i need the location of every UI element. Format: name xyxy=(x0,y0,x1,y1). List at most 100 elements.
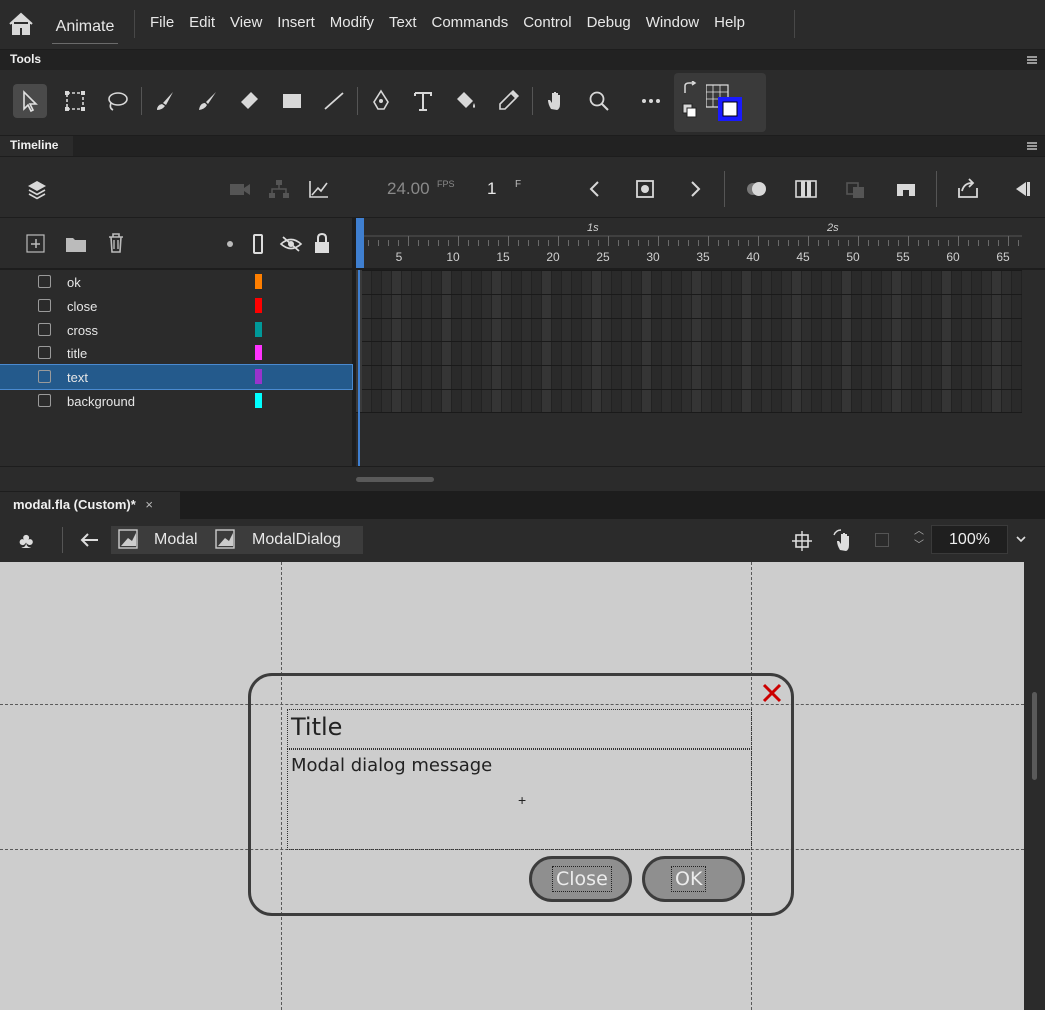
menu-view[interactable]: View xyxy=(230,14,262,31)
document-tab[interactable]: modal.fla (Custom)* × xyxy=(0,492,180,519)
previous-keyframe-icon[interactable] xyxy=(587,179,601,199)
stage[interactable]: Title Modal dialog message + Close OK xyxy=(0,562,1024,1010)
menu-insert[interactable]: Insert xyxy=(277,14,315,31)
paint-brush-tool[interactable] xyxy=(148,84,182,118)
lasso-tool[interactable] xyxy=(100,84,134,118)
layer-row-cross[interactable]: cross xyxy=(0,318,352,342)
rotate-stage-icon[interactable] xyxy=(832,529,856,553)
menu-commands[interactable]: Commands xyxy=(432,14,509,31)
new-folder-icon[interactable] xyxy=(65,234,87,254)
free-transform-tool[interactable] xyxy=(58,84,92,118)
dialog-title[interactable]: Title xyxy=(287,709,752,749)
menu-debug[interactable]: Debug xyxy=(587,14,631,31)
back-arrow-icon[interactable] xyxy=(80,531,100,549)
document-tab-label: modal.fla (Custom)* xyxy=(13,497,136,512)
rectangle-tool[interactable] xyxy=(275,84,309,118)
menu-text[interactable]: Text xyxy=(389,14,417,31)
outline-layers-icon[interactable] xyxy=(253,234,263,254)
timeline-ruler[interactable]: 1s 2s 5 10 15 20 25 30 35 40 45 50 55 60… xyxy=(356,218,1045,268)
breadcrumb-item[interactable]: ModalDialog xyxy=(252,531,341,549)
delete-layer-icon[interactable] xyxy=(106,232,126,254)
highlight-layers-icon[interactable] xyxy=(227,241,233,247)
chevron-down-icon[interactable] xyxy=(1015,533,1027,545)
layer-row-text[interactable]: text xyxy=(0,364,353,390)
menu-window[interactable]: Window xyxy=(646,14,699,31)
home-icon[interactable] xyxy=(8,12,34,36)
layer-row-ok[interactable]: ok xyxy=(0,270,352,294)
timeline-h-scrollbar[interactable] xyxy=(356,477,434,482)
zoom-input[interactable]: 100% xyxy=(931,525,1008,554)
paste-frames-icon[interactable] xyxy=(845,179,867,199)
play-backward-icon[interactable] xyxy=(1010,179,1032,199)
editbar-separator xyxy=(62,527,63,553)
layers-icon[interactable] xyxy=(26,179,48,201)
menu-control[interactable]: Control xyxy=(523,14,571,31)
hide-layers-icon[interactable] xyxy=(279,234,303,254)
layer-name[interactable]: ok xyxy=(67,275,81,290)
ok-button[interactable]: OK xyxy=(642,856,745,902)
close-cross-icon[interactable] xyxy=(761,682,783,704)
panel-menu-icon[interactable] xyxy=(1027,56,1037,64)
zoom-tool[interactable] xyxy=(582,84,616,118)
frame-unit: F xyxy=(515,179,522,190)
panel-menu-icon[interactable] xyxy=(1027,142,1037,150)
layer-color-swatch[interactable] xyxy=(255,274,262,289)
layer-color-swatch[interactable] xyxy=(255,393,262,408)
default-colors-icon[interactable] xyxy=(682,103,698,119)
layer-color-swatch[interactable] xyxy=(255,369,262,384)
close-tab-icon[interactable]: × xyxy=(145,497,153,512)
layer-row-background[interactable]: background xyxy=(0,389,352,413)
loop-range-icon[interactable] xyxy=(895,179,917,199)
layer-color-swatch[interactable] xyxy=(255,298,262,313)
current-frame[interactable]: 1 xyxy=(487,179,496,199)
lock-layers-icon[interactable] xyxy=(314,232,330,254)
layer-name[interactable]: title xyxy=(67,346,87,361)
menu-edit[interactable]: Edit xyxy=(189,14,215,31)
line-tool[interactable] xyxy=(317,84,351,118)
snap-icon[interactable] xyxy=(792,531,812,551)
layer-name[interactable]: cross xyxy=(67,323,98,338)
brush-tool[interactable] xyxy=(190,84,224,118)
layer-color-swatch[interactable] xyxy=(255,345,262,360)
layer-name[interactable]: close xyxy=(67,299,97,314)
layer-name[interactable]: text xyxy=(67,370,88,385)
layer-color-swatch[interactable] xyxy=(255,322,262,337)
eyedropper-tool[interactable] xyxy=(491,84,525,118)
camera-icon[interactable] xyxy=(229,181,251,197)
next-keyframe-icon[interactable] xyxy=(689,179,703,199)
swap-colors-icon[interactable] xyxy=(682,80,698,95)
more-tools-icon[interactable] xyxy=(634,84,668,118)
menu-help[interactable]: Help xyxy=(714,14,745,31)
layer-name[interactable]: background xyxy=(67,394,135,409)
hand-tool[interactable] xyxy=(539,84,573,118)
modal-dialog-background[interactable]: Title Modal dialog message + Close OK xyxy=(248,673,794,916)
breadcrumb-item[interactable]: Modal xyxy=(154,531,198,549)
parenting-icon[interactable] xyxy=(268,179,290,199)
text-tool[interactable] xyxy=(406,84,440,118)
stage-v-scrollbar[interactable] xyxy=(1032,692,1037,780)
zoom-stepper-icon[interactable]: ︿ ﹀ xyxy=(910,525,928,554)
menu-modify[interactable]: Modify xyxy=(330,14,374,31)
paint-bucket-tool[interactable] xyxy=(449,84,483,118)
edit-multiple-frames-icon[interactable] xyxy=(795,179,817,199)
graph-icon[interactable] xyxy=(308,179,330,199)
layer-row-title[interactable]: title xyxy=(0,341,352,365)
scene-icon[interactable]: ♣ xyxy=(19,529,43,553)
selection-tool[interactable] xyxy=(13,84,47,118)
symbol-icon xyxy=(118,529,140,549)
pen-tool[interactable] xyxy=(364,84,398,118)
onion-skin-icon[interactable] xyxy=(745,179,769,199)
eraser-tool[interactable] xyxy=(232,84,266,118)
stroke-fill-swatch[interactable] xyxy=(705,83,746,123)
insert-keyframe-icon[interactable] xyxy=(635,179,655,199)
ruler-frame-number: 60 xyxy=(946,250,960,264)
new-layer-icon[interactable] xyxy=(26,234,46,254)
clip-content-icon[interactable] xyxy=(875,533,889,547)
frame-grid[interactable] xyxy=(356,270,1045,466)
fps-value[interactable]: 24.00 xyxy=(387,179,430,199)
menu-file[interactable]: File xyxy=(150,14,174,31)
convert-to-icon[interactable] xyxy=(956,178,980,200)
app-name[interactable]: Animate xyxy=(52,10,118,44)
layer-row-close[interactable]: close xyxy=(0,294,352,318)
close-button[interactable]: Close xyxy=(529,856,632,902)
